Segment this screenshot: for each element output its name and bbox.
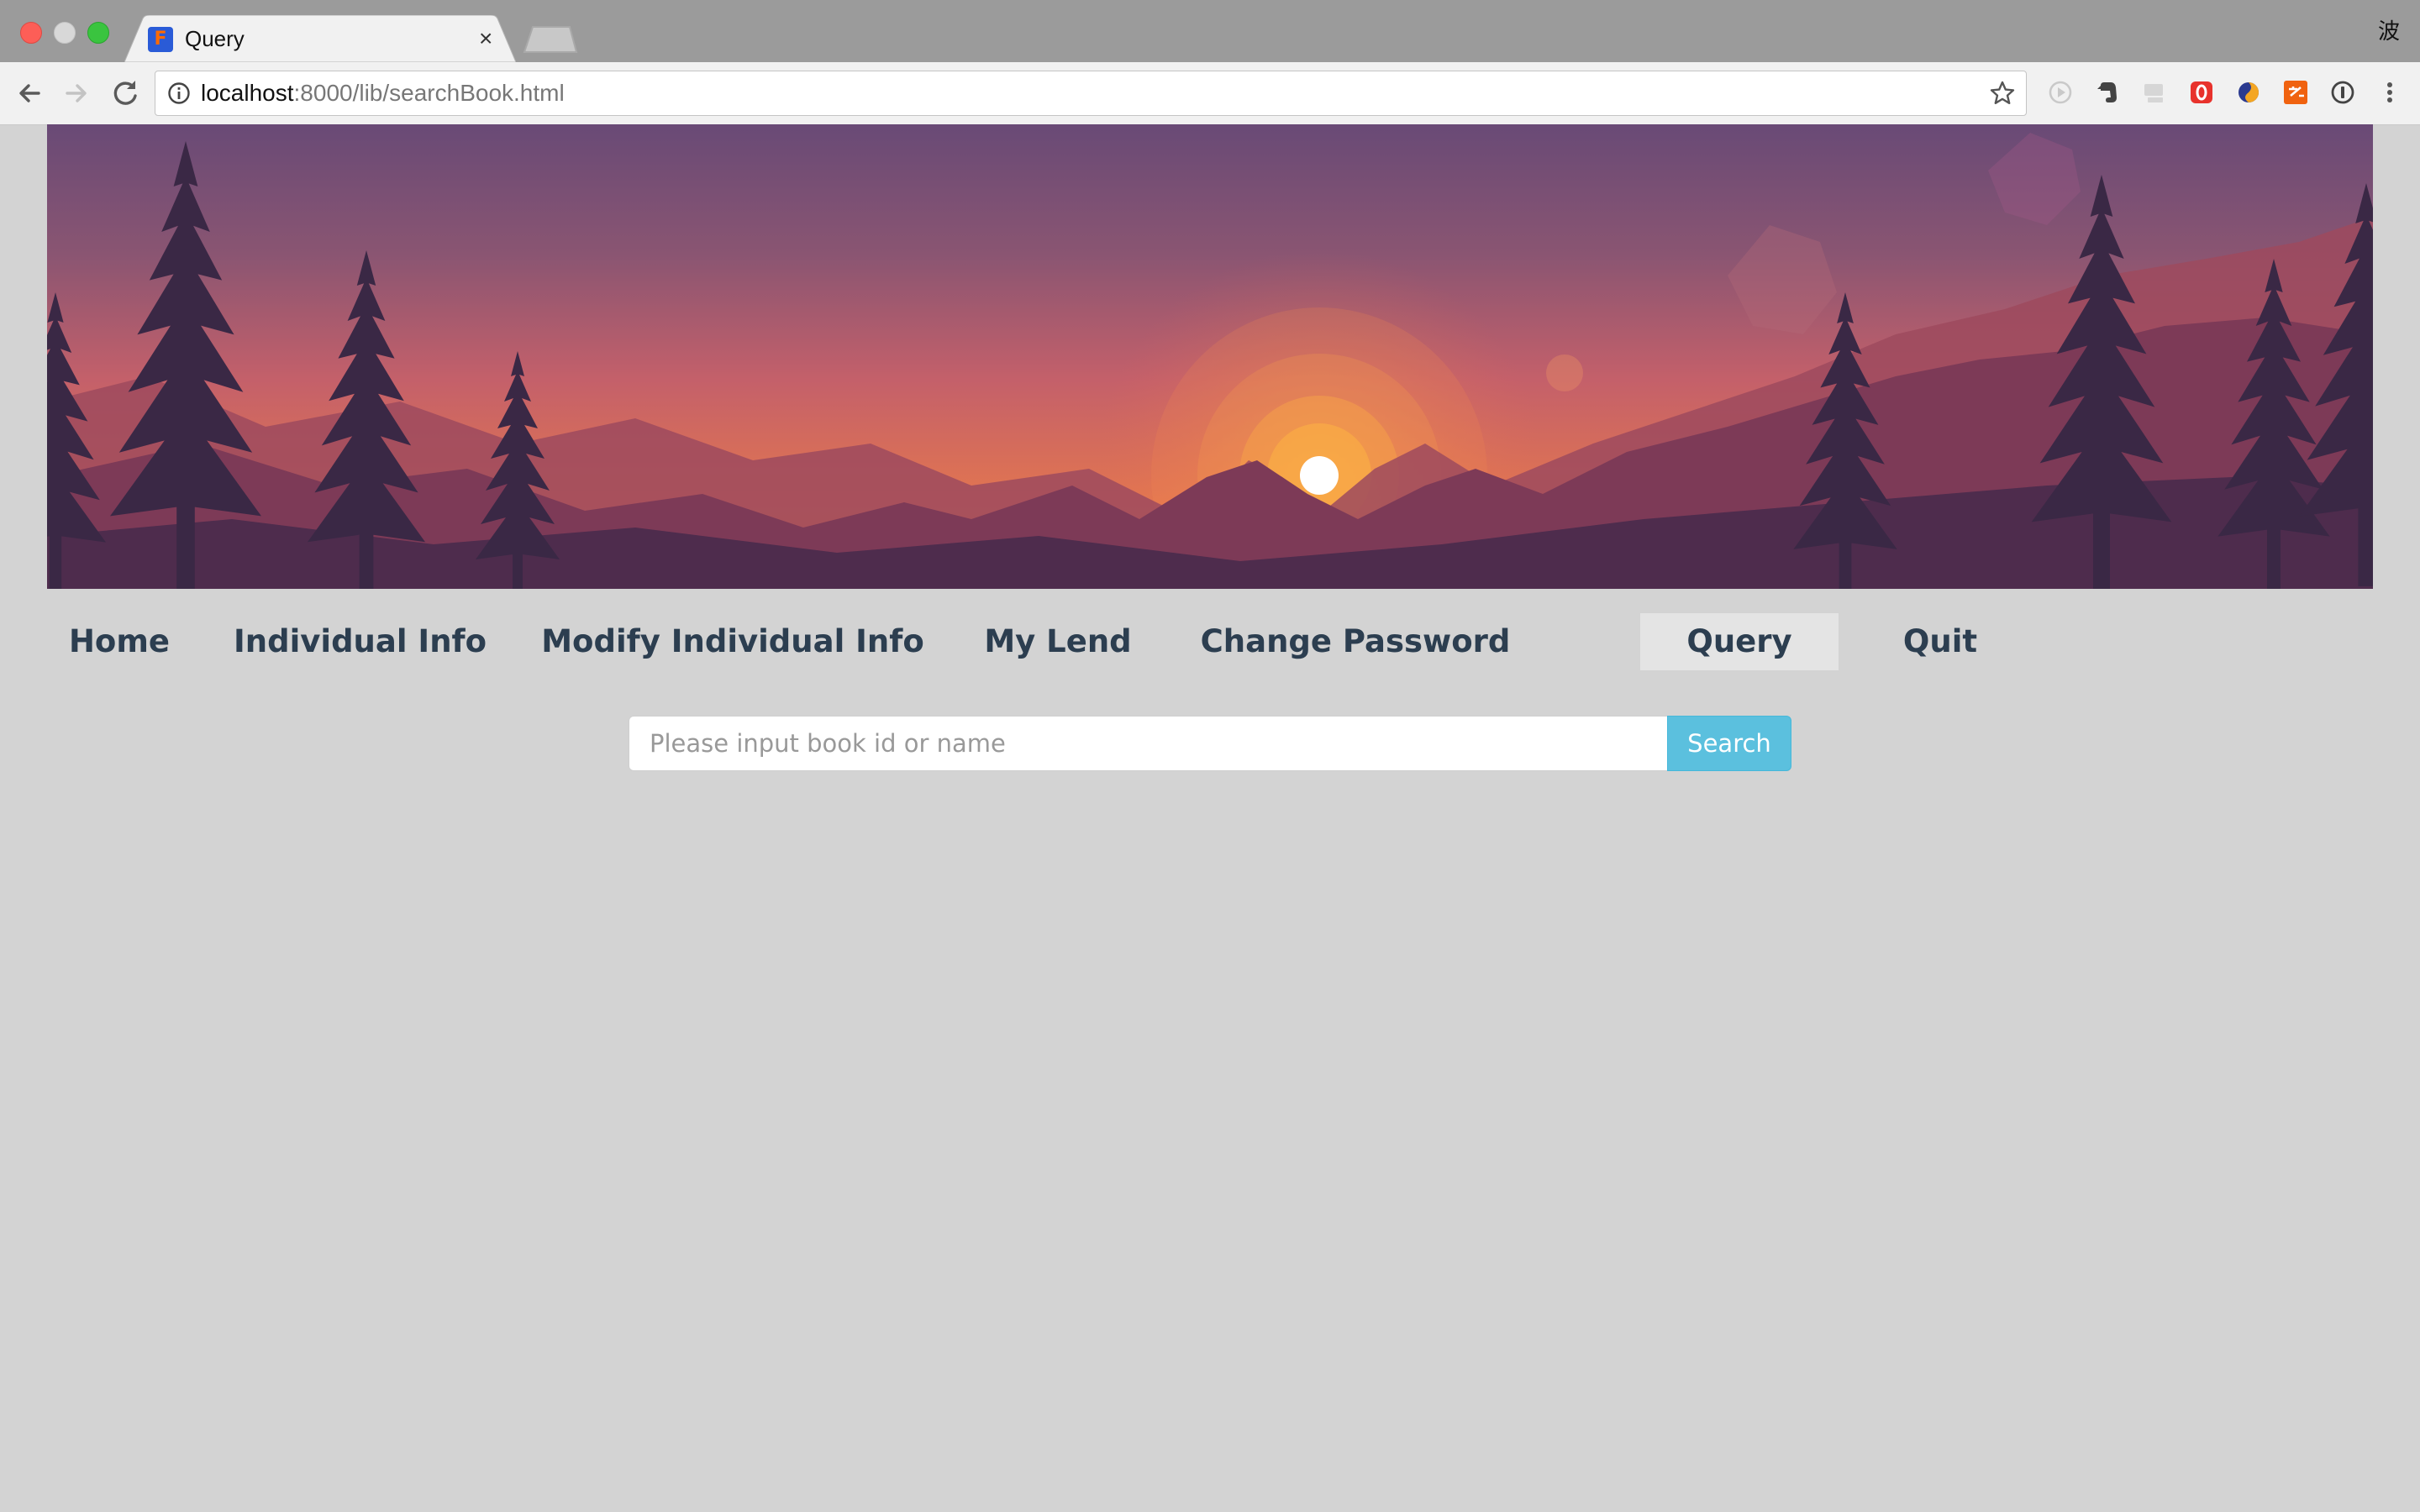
nav-query[interactable]: Query <box>1640 613 1839 670</box>
browser-tab-query[interactable]: F Query × <box>124 15 516 62</box>
tab-favicon-icon: F <box>148 27 173 52</box>
main-navigation: Home Individual Info Modify Individual I… <box>47 613 2373 670</box>
nav-modify-individual-info[interactable]: Modify Individual Info <box>539 613 926 670</box>
translate-icon[interactable] <box>2282 79 2309 106</box>
nav-my-lend[interactable]: My Lend <box>978 613 1138 670</box>
close-window-button[interactable] <box>20 22 42 44</box>
forward-arrow-icon[interactable] <box>59 76 94 111</box>
flash-icon[interactable] <box>2141 79 2168 106</box>
bookmark-star-icon[interactable] <box>1989 80 2016 107</box>
nav-home[interactable]: Home <box>60 613 178 670</box>
reload-icon[interactable] <box>108 76 143 111</box>
address-bar[interactable]: localhost:8000/lib/searchBook.html <box>155 71 2027 116</box>
tab-shape <box>124 15 516 62</box>
evernote-icon[interactable] <box>2094 79 2121 106</box>
browser-toolbar: localhost:8000/lib/searchBook.html <box>0 62 2420 125</box>
book-search-input[interactable] <box>629 716 1669 771</box>
header-banner-landscape <box>47 124 2373 589</box>
url-path: :8000/lib/searchBook.html <box>293 80 565 106</box>
back-arrow-icon[interactable] <box>12 76 47 111</box>
maximize-window-button[interactable] <box>87 22 109 44</box>
sync-icon[interactable] <box>2235 79 2262 106</box>
tab-title: Query <box>185 26 245 51</box>
play-icon[interactable] <box>2047 79 2074 106</box>
nav-change-password[interactable]: Change Password <box>1192 613 1519 670</box>
nav-individual-info[interactable]: Individual Info <box>234 613 487 670</box>
more-menu-icon[interactable] <box>2376 79 2403 106</box>
input-method-indicator: 波 <box>2377 19 2400 45</box>
onepassword-icon[interactable] <box>2329 79 2356 106</box>
new-tab-button[interactable] <box>523 25 578 54</box>
opera-icon[interactable] <box>2188 79 2215 106</box>
browser-tab-strip: F Query × 波 <box>0 0 2420 62</box>
tab-close-icon[interactable]: × <box>479 24 492 54</box>
info-icon[interactable] <box>167 81 191 105</box>
search-button[interactable]: Search <box>1667 716 1791 771</box>
url-text[interactable]: localhost:8000/lib/searchBook.html <box>201 71 565 115</box>
url-host: localhost <box>201 80 294 106</box>
sunset-landscape-illustration <box>47 124 2373 589</box>
minimize-window-button[interactable] <box>54 22 76 44</box>
nav-quit[interactable]: Quit <box>1886 613 1995 670</box>
